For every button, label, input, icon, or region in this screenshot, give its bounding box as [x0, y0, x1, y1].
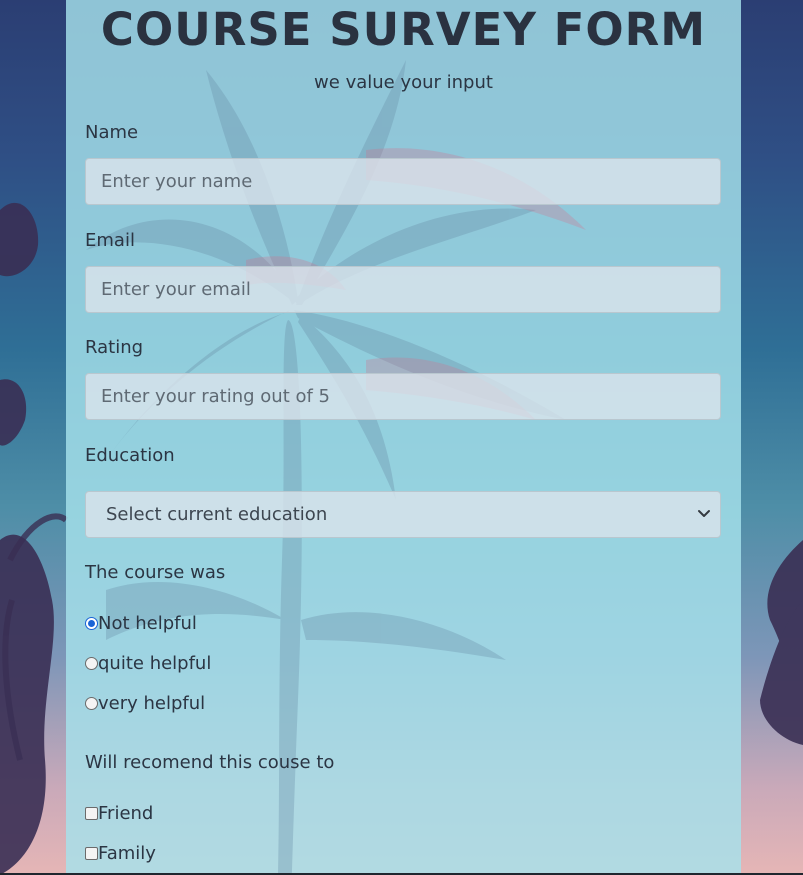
radio-option-very-helpful[interactable]: very helpful: [85, 692, 205, 716]
radio-option-quite-helpful[interactable]: quite helpful: [85, 652, 211, 676]
checkbox-option-family[interactable]: Family: [85, 842, 156, 866]
rating-label: Rating: [85, 337, 144, 358]
radio-label: quite helpful: [98, 653, 212, 674]
page-title: COURSE SURVEY FORM: [100, 3, 707, 56]
radio-button[interactable]: [85, 617, 98, 630]
chevron-down-icon: [698, 510, 710, 517]
checkbox-label: Friend: [98, 803, 154, 824]
checkbox[interactable]: [85, 847, 98, 860]
email-input[interactable]: [85, 266, 721, 313]
recommend-label: Will recomend this couse to: [85, 752, 335, 773]
checkbox-option-friend[interactable]: Friend: [85, 802, 153, 826]
checkbox-label: Family: [98, 843, 156, 864]
page-subtitle: we value your input: [314, 72, 493, 93]
radio-button[interactable]: [85, 697, 98, 710]
education-select[interactable]: Select current education: [85, 491, 721, 538]
checkbox[interactable]: [85, 807, 98, 820]
name-label: Name: [85, 122, 139, 143]
course-was-label: The course was: [85, 562, 226, 583]
radio-button[interactable]: [85, 657, 98, 670]
radio-label: Not helpful: [98, 613, 197, 634]
palm-tree-watermark: [86, 60, 586, 873]
email-label: Email: [85, 230, 135, 251]
radio-option-not-helpful[interactable]: Not helpful: [85, 612, 197, 636]
name-input[interactable]: [85, 158, 721, 205]
rating-input[interactable]: [85, 373, 721, 420]
education-select-value: Select current education: [106, 504, 328, 525]
radio-label: very helpful: [98, 693, 206, 714]
education-label: Education: [85, 445, 175, 466]
survey-panel: COURSE SURVEY FORM we value your input N…: [66, 0, 741, 873]
